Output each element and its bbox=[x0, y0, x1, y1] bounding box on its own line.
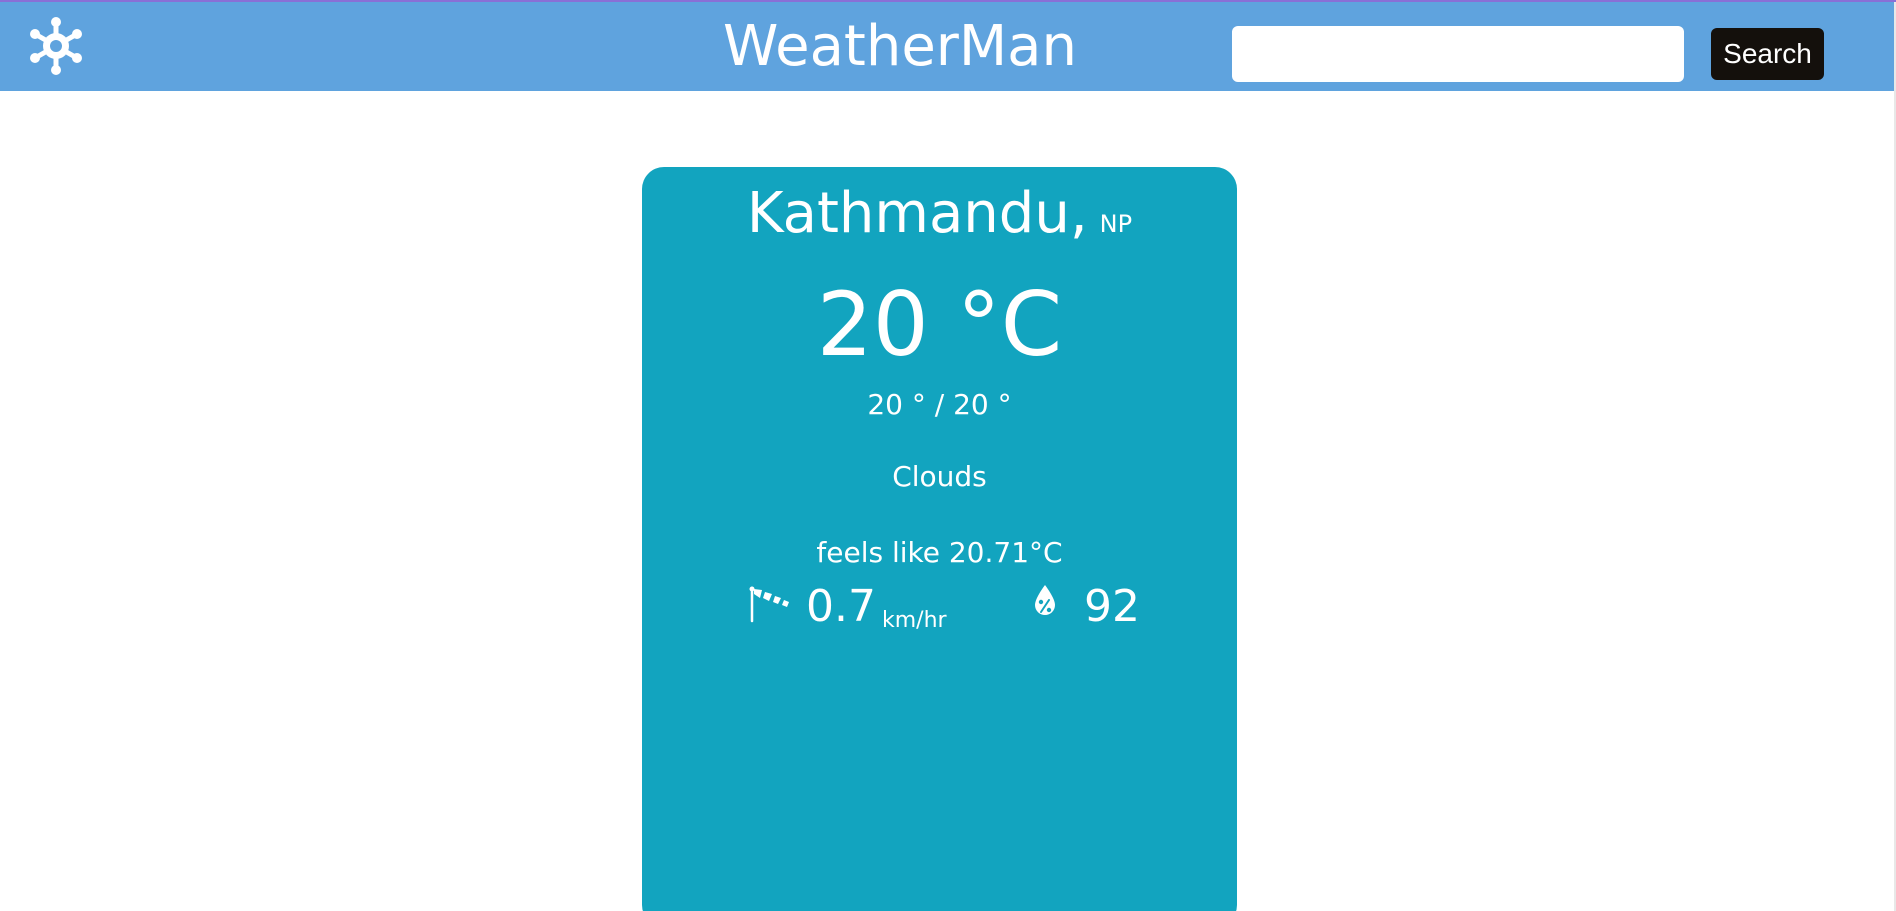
humidity-value: 92 bbox=[1084, 581, 1140, 632]
country-code: NP bbox=[1099, 210, 1133, 238]
location: Kathmandu, NP bbox=[642, 179, 1237, 249]
app-title: WeatherMan bbox=[723, 14, 1077, 79]
min-max-temperature: 20 ° / 20 ° bbox=[867, 388, 1012, 421]
wind-speed: 0.7 bbox=[806, 581, 876, 632]
weather-card: Kathmandu, NP 20 °C 20 ° / 20 ° Clouds fe… bbox=[642, 167, 1237, 911]
wind-unit: km/hr bbox=[882, 608, 947, 633]
search-input[interactable] bbox=[1232, 26, 1684, 82]
humidity-drop-icon bbox=[1035, 585, 1055, 615]
windsock-icon bbox=[749, 586, 789, 623]
city-name: Kathmandu, bbox=[746, 181, 1088, 246]
current-temperature: 20 °C bbox=[816, 273, 1063, 376]
navbar: WeatherMan Search bbox=[0, 2, 1896, 91]
feels-like: feels like 20.71°C bbox=[816, 536, 1063, 569]
weather-condition: Clouds bbox=[892, 460, 987, 493]
search-button[interactable]: Search bbox=[1711, 28, 1824, 80]
page: WeatherMan Search Kathmandu, NP 20 °C 20 … bbox=[0, 0, 1896, 911]
snowflake-icon[interactable] bbox=[28, 16, 84, 76]
